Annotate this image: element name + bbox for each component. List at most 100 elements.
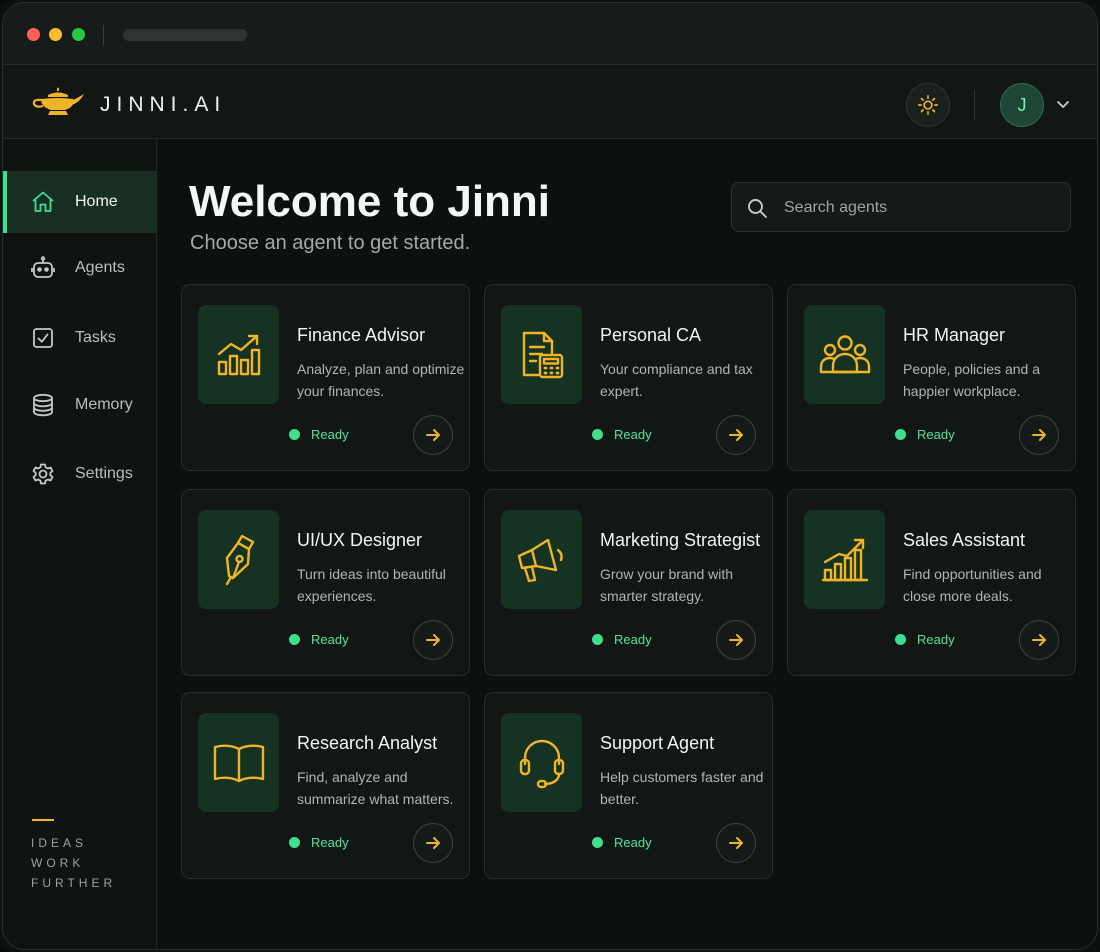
agent-card-sales-assistant[interactable]: Sales Assistant Find opportunities and c… (787, 489, 1076, 676)
status-text: Ready (311, 427, 349, 442)
sidebar-item-label: Settings (75, 465, 133, 482)
status-text: Ready (614, 632, 652, 647)
agent-icon-box (198, 713, 279, 812)
status-dot (895, 634, 906, 645)
pen-nib-icon (225, 534, 254, 585)
sidebar-item-label: Memory (75, 396, 133, 413)
search-input[interactable] (784, 193, 1054, 223)
agent-icon-box (198, 510, 279, 609)
app-window: JINNI.AI J Home Agents Tasks Memory Sett… (2, 2, 1098, 950)
sidebar-item-label: Agents (75, 259, 125, 276)
book-icon (213, 743, 264, 782)
open-agent-button[interactable] (413, 823, 453, 863)
arrow-right-icon (426, 429, 440, 441)
agent-card-support-agent[interactable]: Support Agent Help customers faster and … (484, 692, 773, 879)
agent-icon-box (804, 510, 885, 609)
status-dot (289, 837, 300, 848)
status-dot (592, 837, 603, 848)
status-text: Ready (311, 835, 349, 850)
sidebar: Home Agents Tasks Memory Settings IDEAS … (3, 139, 157, 949)
agent-description: Turn ideas into beautiful experiences. (297, 566, 446, 604)
title-bar-divider (103, 25, 104, 45)
agent-description: Grow your brand with smarter strategy. (600, 566, 734, 604)
open-agent-button[interactable] (1019, 415, 1059, 455)
sidebar-item-label: Home (75, 193, 118, 210)
agent-card-research-analyst[interactable]: Research Analyst Find, analyze and summa… (181, 692, 470, 879)
title-bar (3, 3, 1097, 65)
arrow-right-icon (729, 634, 743, 646)
status-text: Ready (917, 632, 955, 647)
open-agent-button[interactable] (1019, 620, 1059, 660)
bar-chart-icon (217, 334, 260, 375)
search-box[interactable] (731, 182, 1071, 232)
arrow-right-icon (426, 837, 440, 849)
status-dot (592, 634, 603, 645)
agent-description: Find opportunities and close more deals. (903, 566, 1042, 604)
status-badge: Ready (895, 427, 955, 442)
address-bar[interactable] (123, 29, 247, 41)
arrow-right-icon (729, 429, 743, 441)
agent-icon-box (501, 510, 582, 609)
tagline-word: IDEAS (31, 836, 88, 850)
agent-icon-box (501, 713, 582, 812)
status-dot (895, 429, 906, 440)
status-badge: Ready (592, 632, 652, 647)
tagline-accent-line (32, 819, 54, 821)
arrow-right-icon (729, 837, 743, 849)
app-header: JINNI.AI J (3, 65, 1097, 139)
arrow-right-icon (426, 634, 440, 646)
theme-toggle-button[interactable] (906, 83, 950, 127)
agent-description: People, policies and a happier workplace… (903, 361, 1040, 399)
page-title: Welcome to Jinni (189, 177, 551, 226)
user-avatar[interactable]: J (1000, 83, 1044, 127)
arrow-right-icon (1032, 634, 1046, 646)
status-badge: Ready (592, 427, 652, 442)
megaphone-icon (517, 538, 563, 582)
minimize-window-button[interactable] (49, 28, 62, 41)
agent-description: Help customers faster and better. (600, 769, 764, 807)
calculator-document-icon (522, 331, 563, 378)
agent-icon-box (198, 305, 279, 404)
gear-icon (32, 463, 54, 485)
agent-card-ui-ux-designer[interactable]: UI/UX Designer Turn ideas into beautiful… (181, 489, 470, 676)
agent-card-finance-advisor[interactable]: Finance Advisor Analyze, plan and optimi… (181, 284, 470, 471)
agent-description: Analyze, plan and optimize your finances… (297, 361, 465, 399)
sidebar-item-tasks[interactable]: Tasks (3, 307, 157, 369)
sidebar-item-home[interactable]: Home (3, 171, 157, 233)
tagline-word: WORK (31, 856, 85, 870)
close-window-button[interactable] (27, 28, 40, 41)
agent-card-marketing-strategist[interactable]: Marketing Strategist Grow your brand wit… (484, 489, 773, 676)
sidebar-item-memory[interactable]: Memory (3, 374, 157, 436)
maximize-window-button[interactable] (72, 28, 85, 41)
status-dot (592, 429, 603, 440)
status-text: Ready (917, 427, 955, 442)
agent-title: Support Agent (600, 733, 715, 753)
sidebar-item-settings[interactable]: Settings (3, 443, 157, 505)
avatar-initial: J (1017, 94, 1027, 115)
open-agent-button[interactable] (716, 620, 756, 660)
checkbox-icon (33, 328, 53, 348)
agent-icon-box (501, 305, 582, 404)
agent-title: Finance Advisor (297, 325, 426, 345)
status-dot (289, 634, 300, 645)
tagline-word: FURTHER (31, 876, 117, 890)
agent-card-hr-manager[interactable]: HR Manager People, policies and a happie… (787, 284, 1076, 471)
status-text: Ready (614, 835, 652, 850)
agent-title: Marketing Strategist (600, 530, 761, 550)
open-agent-button[interactable] (413, 620, 453, 660)
sidebar-item-agents[interactable]: Agents (3, 237, 157, 299)
agent-card-personal-ca[interactable]: Personal CA Your compliance and tax expe… (484, 284, 773, 471)
open-agent-button[interactable] (413, 415, 453, 455)
genie-lamp-icon (32, 87, 84, 115)
status-text: Ready (311, 632, 349, 647)
agent-title: Sales Assistant (903, 530, 1026, 550)
open-agent-button[interactable] (716, 823, 756, 863)
search-icon (748, 199, 767, 218)
database-icon (33, 393, 53, 417)
main-content: Welcome to Jinni Choose an agent to get … (158, 139, 1097, 949)
agent-title: UI/UX Designer (297, 530, 423, 550)
robot-icon (31, 256, 55, 278)
open-agent-button[interactable] (716, 415, 756, 455)
chevron-down-icon[interactable] (1055, 96, 1071, 112)
arrow-right-icon (1032, 429, 1046, 441)
